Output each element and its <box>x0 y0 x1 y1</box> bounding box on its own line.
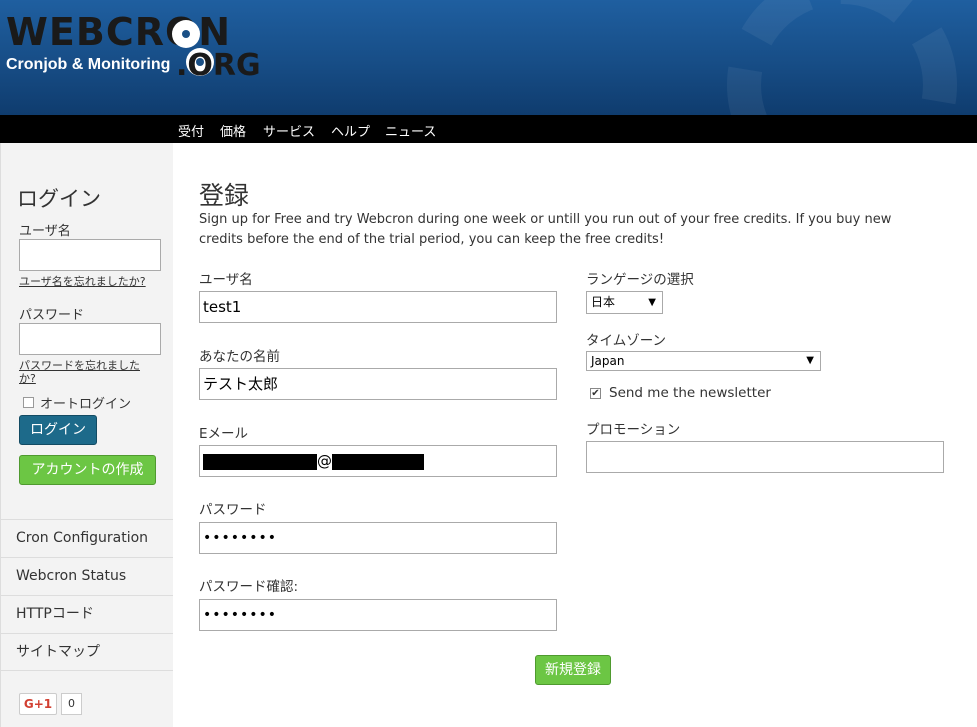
email-field-label: Eメール <box>199 426 249 442</box>
google-plus-count: 0 <box>61 693 82 715</box>
sidebar-item-sitemap[interactable]: サイトマップ <box>1 633 173 671</box>
register-button[interactable]: 新規登録 <box>535 655 611 685</box>
redacted-email-domain <box>332 453 424 470</box>
newsletter-checkbox-checked-icon[interactable]: ✔ <box>590 387 601 399</box>
nav-item-reception[interactable]: 受付 <box>178 121 204 140</box>
nav-item-services[interactable]: サービス <box>263 121 315 140</box>
nav-item-help[interactable]: ヘルプ <box>331 121 370 140</box>
language-label: ランゲージの選択 <box>586 272 694 288</box>
sidebar: ログイン ユーザ名 ユーザ名を忘れましたか? パスワード パスワードを忘れました… <box>0 143 173 727</box>
login-password-input[interactable] <box>19 323 161 355</box>
timezone-label: タイムゾーン <box>586 333 667 349</box>
chevron-down-icon: ▼ <box>648 297 656 308</box>
password-field[interactable]: •••••••• <box>199 522 557 554</box>
newsletter-label: Send me the newsletter <box>609 385 771 401</box>
autologin-option[interactable]: オートログイン <box>23 393 131 412</box>
logo-subtitle: Cronjob & Monitoring <box>6 56 171 73</box>
create-account-button[interactable]: アカウントの作成 <box>19 455 156 485</box>
password-field-label: パスワード <box>199 502 267 518</box>
site-header: WEBCRON Cronjob & Monitoring .ORG <box>0 0 977 115</box>
name-field[interactable]: テスト太郎 <box>199 368 557 400</box>
page-title: 登録 <box>199 181 250 210</box>
language-select-value: 日本 <box>591 295 616 309</box>
sidebar-item-http-codes[interactable]: HTTPコード <box>1 595 173 633</box>
forgot-username-link[interactable]: ユーザ名を忘れましたか? <box>19 275 154 288</box>
gear-background-icon <box>727 0 957 115</box>
email-at-sign: @ <box>317 452 332 470</box>
chevron-down-icon: ▼ <box>806 355 814 366</box>
login-username-input[interactable] <box>19 239 161 271</box>
promotion-field[interactable] <box>586 441 944 473</box>
timezone-select[interactable]: Japan ▼ <box>586 351 821 371</box>
nav-item-pricing[interactable]: 価格 <box>220 121 246 140</box>
intro-text: Sign up for Free and try Webcron during … <box>199 212 892 247</box>
promotion-label: プロモーション <box>586 422 681 438</box>
username-label: ユーザ名 <box>19 224 71 239</box>
timezone-select-value: Japan <box>591 354 625 368</box>
top-nav: 受付 価格 サービス ヘルプ ニュース <box>0 115 977 143</box>
sidebar-item-cron-configuration[interactable]: Cron Configuration <box>1 519 173 557</box>
logo-gear-icon <box>172 20 200 48</box>
redacted-email-local <box>203 453 317 470</box>
autologin-checkbox[interactable] <box>23 397 34 408</box>
username-field-label: ユーザ名 <box>199 272 253 288</box>
logo-org: .ORG <box>176 48 261 83</box>
username-field[interactable]: test1 <box>199 291 557 323</box>
name-field-label: あなたの名前 <box>199 349 280 365</box>
nav-item-news[interactable]: ニュース <box>385 121 436 140</box>
password-confirm-field[interactable]: •••••••• <box>199 599 557 631</box>
login-button[interactable]: ログイン <box>19 415 97 445</box>
sidebar-item-webcron-status[interactable]: Webcron Status <box>1 557 173 595</box>
language-select[interactable]: 日本 ▼ <box>586 291 663 314</box>
email-field[interactable]: @ <box>199 445 557 477</box>
password-confirm-field-label: パスワード確認: <box>199 579 299 595</box>
login-title: ログイン <box>17 187 101 211</box>
autologin-label: オートログイン <box>40 397 132 412</box>
password-label: パスワード <box>19 308 85 323</box>
google-plus-button[interactable]: G+1 <box>19 693 57 715</box>
forgot-password-link[interactable]: パスワードを忘れましたか? <box>19 359 154 385</box>
newsletter-option[interactable]: ✔ Send me the newsletter <box>590 385 771 401</box>
